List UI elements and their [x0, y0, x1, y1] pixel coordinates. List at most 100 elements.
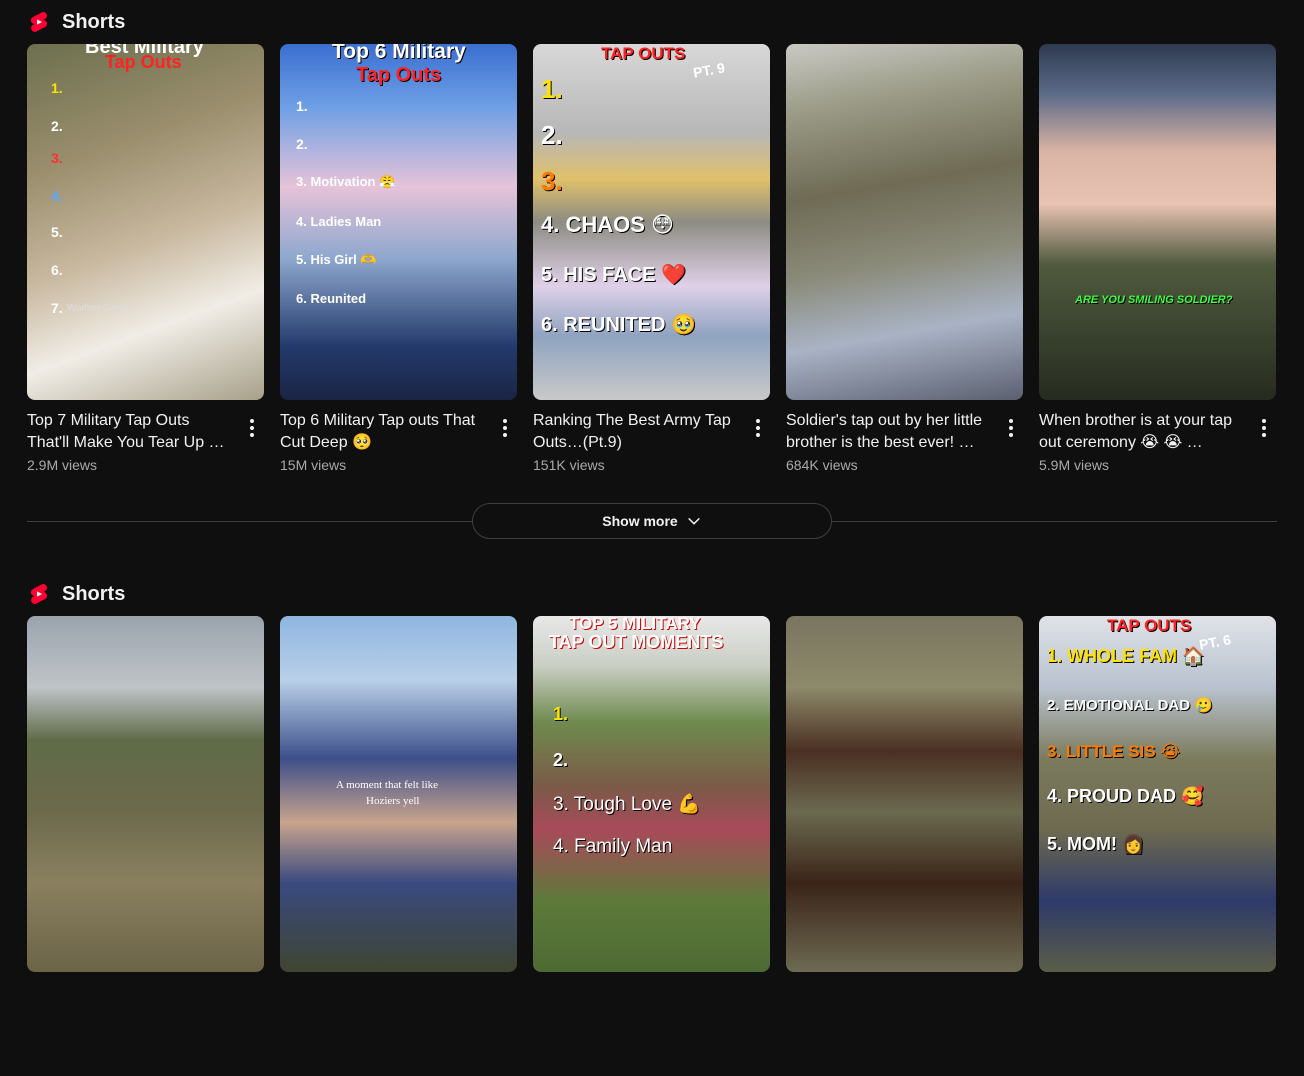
- view-count: 2.9M views: [27, 457, 98, 473]
- short-thumbnail[interactable]: TAP OUTS PT. 6 1. WHOLE FAM 🏠 2. EMOTION…: [1039, 616, 1276, 972]
- short-thumbnail[interactable]: TOP 5 MILITARY TAP OUT MOMENTS 1. 2. 3. …: [533, 616, 770, 972]
- more-vertical-icon[interactable]: [1254, 416, 1274, 440]
- overlay-text: PT. 9: [691, 59, 727, 81]
- show-more-button[interactable]: Show more: [472, 503, 832, 539]
- overlay-text: 3. Motivation 😤: [296, 174, 396, 189]
- short-card[interactable]: TOP 5 MILITARY TAP OUT MOMENTS 1. 2. 3. …: [533, 616, 770, 972]
- section-title: Shorts: [62, 582, 126, 605]
- short-card[interactable]: [27, 616, 264, 972]
- short-title[interactable]: Ranking The Best Army Tap Outs…(Pt.9): [533, 410, 740, 454]
- shorts-grid: A moment that felt like Hoziers yell TOP…: [27, 616, 1277, 1076]
- short-title[interactable]: When brother is at your tap out ceremony…: [1039, 410, 1246, 454]
- thumbnail-overlay-text: TAP OUTS PT. 9 1. 2. 3. 4. CHAOS 😳 5. HI…: [533, 44, 770, 400]
- overlay-text: 5. MOM! 👩: [1047, 834, 1145, 854]
- short-card[interactable]: Top 6 Military Tap Outs 1. 2. 3. Motivat…: [280, 44, 517, 473]
- overlay-text: 5. HIS FACE ❤️: [541, 264, 686, 286]
- section-title: Shorts: [62, 10, 126, 33]
- overlay-text: Tap Outs: [105, 52, 182, 72]
- short-meta: When brother is at your tap out ceremony…: [1039, 410, 1276, 473]
- section-header: Shorts: [27, 580, 125, 608]
- overlay-text: 3.: [541, 166, 563, 196]
- thumbnail-overlay-text: [786, 616, 1023, 972]
- overlay-text: 5. His Girl 🫶: [296, 252, 377, 267]
- overlay-text: 2.: [553, 750, 569, 770]
- short-thumbnail[interactable]: ARE YOU SMILING SOLDIER?: [1039, 44, 1276, 400]
- shorts-logo-icon: [30, 584, 48, 604]
- overlay-text: 6. REUNITED 🥹: [541, 314, 696, 336]
- short-title[interactable]: Top 6 Military Tap outs That Cut Deep 🥺: [280, 410, 487, 454]
- view-count: 15M views: [280, 457, 347, 473]
- more-vertical-icon[interactable]: [1001, 416, 1021, 440]
- overlay-text: 1.: [51, 80, 63, 96]
- overlay-text: 1.: [553, 704, 569, 724]
- short-title[interactable]: Top 7 Military Tap Outs That'll Make You…: [27, 410, 234, 454]
- thumbnail-overlay-text: [786, 44, 1023, 400]
- short-title[interactable]: Soldier's tap out by her little brother …: [786, 410, 993, 454]
- overlay-text: ARE YOU SMILING SOLDIER?: [1075, 294, 1233, 306]
- overlay-text: Tap Outs: [356, 64, 442, 86]
- view-count: 5.9M views: [1039, 457, 1110, 473]
- short-thumbnail[interactable]: Best Military Tap Outs 1. 2. 3. 4. 5. 6.…: [27, 44, 264, 400]
- short-thumbnail[interactable]: A moment that felt like Hoziers yell: [280, 616, 517, 972]
- more-vertical-icon[interactable]: [495, 416, 515, 440]
- thumbnail-overlay-text: Top 6 Military Tap Outs 1. 2. 3. Motivat…: [280, 44, 517, 400]
- short-thumbnail[interactable]: [786, 44, 1023, 400]
- overlay-text: 4.: [51, 188, 63, 204]
- overlay-text: TAP OUT MOMENTS: [549, 632, 724, 652]
- overlay-text: Hoziers yell: [366, 795, 420, 807]
- overlay-text: 3.: [51, 150, 63, 166]
- short-card[interactable]: ARE YOU SMILING SOLDIER? When brother is…: [1039, 44, 1276, 473]
- overlay-text: 1.: [296, 98, 308, 114]
- thumbnail-overlay-text: [27, 616, 264, 972]
- short-thumbnail[interactable]: TAP OUTS PT. 9 1. 2. 3. 4. CHAOS 😳 5. HI…: [533, 44, 770, 400]
- short-card[interactable]: [786, 616, 1023, 972]
- overlay-text: 2.: [51, 118, 63, 134]
- view-count: 684K views: [786, 457, 858, 473]
- short-card[interactable]: TAP OUTS PT. 6 1. WHOLE FAM 🏠 2. EMOTION…: [1039, 616, 1276, 972]
- short-meta: Ranking The Best Army Tap Outs…(Pt.9) 15…: [533, 410, 770, 473]
- overlay-text: 3. LITTLE SIS 😭: [1047, 742, 1181, 761]
- overlay-text: Waiting Game: [67, 303, 130, 314]
- overlay-text: 1.: [541, 74, 563, 104]
- short-meta: Soldier's tap out by her little brother …: [786, 410, 1023, 473]
- overlay-text: 5.: [51, 224, 63, 240]
- thumbnail-overlay-text: ARE YOU SMILING SOLDIER?: [1039, 44, 1276, 400]
- show-more-row: Show more: [27, 503, 1277, 539]
- overlay-text: TAP OUTS: [601, 44, 686, 63]
- overlay-text: 7.: [51, 300, 63, 316]
- overlay-text: 1. WHOLE FAM 🏠: [1047, 646, 1205, 666]
- more-vertical-icon[interactable]: [242, 416, 262, 440]
- overlay-text: A moment that felt like: [336, 779, 439, 791]
- overlay-text: 4. Ladies Man: [296, 214, 382, 229]
- thumbnail-overlay-text: Best Military Tap Outs 1. 2. 3. 4. 5. 6.…: [27, 44, 264, 400]
- shorts-logo-icon: [30, 12, 48, 32]
- overlay-text: 2.: [296, 136, 308, 152]
- overlay-text: 4. PROUD DAD 🥰: [1047, 786, 1204, 806]
- overlay-text: TAP OUTS: [1107, 616, 1192, 635]
- short-meta: Top 6 Military Tap outs That Cut Deep 🥺 …: [280, 410, 517, 473]
- overlay-text: Top 6 Military: [332, 44, 466, 63]
- thumbnail-overlay-text: A moment that felt like Hoziers yell: [280, 616, 517, 972]
- short-meta: Top 7 Military Tap Outs That'll Make You…: [27, 410, 264, 473]
- overlay-text: 3. Tough Love 💪: [553, 794, 701, 815]
- shorts-grid: Best Military Tap Outs 1. 2. 3. 4. 5. 6.…: [27, 44, 1277, 504]
- chevron-down-icon: [687, 517, 700, 525]
- section-header: Shorts: [27, 8, 125, 36]
- short-card[interactable]: Best Military Tap Outs 1. 2. 3. 4. 5. 6.…: [27, 44, 264, 473]
- short-card[interactable]: Soldier's tap out by her little brother …: [786, 44, 1023, 473]
- thumbnail-overlay-text: TOP 5 MILITARY TAP OUT MOMENTS 1. 2. 3. …: [533, 616, 770, 972]
- overlay-text: 6. Reunited: [296, 291, 367, 306]
- show-more-label: Show more: [602, 513, 678, 529]
- short-thumbnail[interactable]: [27, 616, 264, 972]
- thumbnail-overlay-text: TAP OUTS PT. 6 1. WHOLE FAM 🏠 2. EMOTION…: [1039, 616, 1276, 972]
- overlay-text: 4. CHAOS 😳: [541, 212, 674, 237]
- overlay-text: 2. EMOTIONAL DAD 🥲: [1047, 697, 1213, 714]
- view-count: 151K views: [533, 457, 605, 473]
- short-card[interactable]: A moment that felt like Hoziers yell: [280, 616, 517, 972]
- overlay-text: 6.: [51, 262, 63, 278]
- short-thumbnail[interactable]: Top 6 Military Tap Outs 1. 2. 3. Motivat…: [280, 44, 517, 400]
- short-card[interactable]: TAP OUTS PT. 9 1. 2. 3. 4. CHAOS 😳 5. HI…: [533, 44, 770, 473]
- more-vertical-icon[interactable]: [748, 416, 768, 440]
- overlay-text: 2.: [541, 120, 563, 150]
- short-thumbnail[interactable]: [786, 616, 1023, 972]
